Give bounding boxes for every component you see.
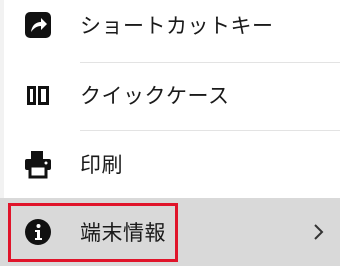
book-icon [22,79,54,111]
menu-item-label: ショートカットキー [80,14,274,38]
menu-item-shortcut-keys[interactable]: ショートカットキー [0,0,340,58]
chevron-right-icon [308,222,328,242]
menu-item-label: クイックケース [80,84,230,108]
menu-item-label: 印刷 [80,153,123,177]
menu-item-print[interactable]: 印刷 [0,131,340,197]
printer-icon [22,148,54,180]
info-icon [22,216,54,248]
share-arrow-icon [22,9,54,41]
menu-item-quick-case[interactable]: クイックケース [0,62,340,128]
menu-item-label: 端末情報 [80,221,166,245]
menu-item-device-info[interactable]: 端末情報 [0,198,340,266]
settings-menu: ショートカットキー クイックケース 印刷 端末情報 [0,0,340,266]
